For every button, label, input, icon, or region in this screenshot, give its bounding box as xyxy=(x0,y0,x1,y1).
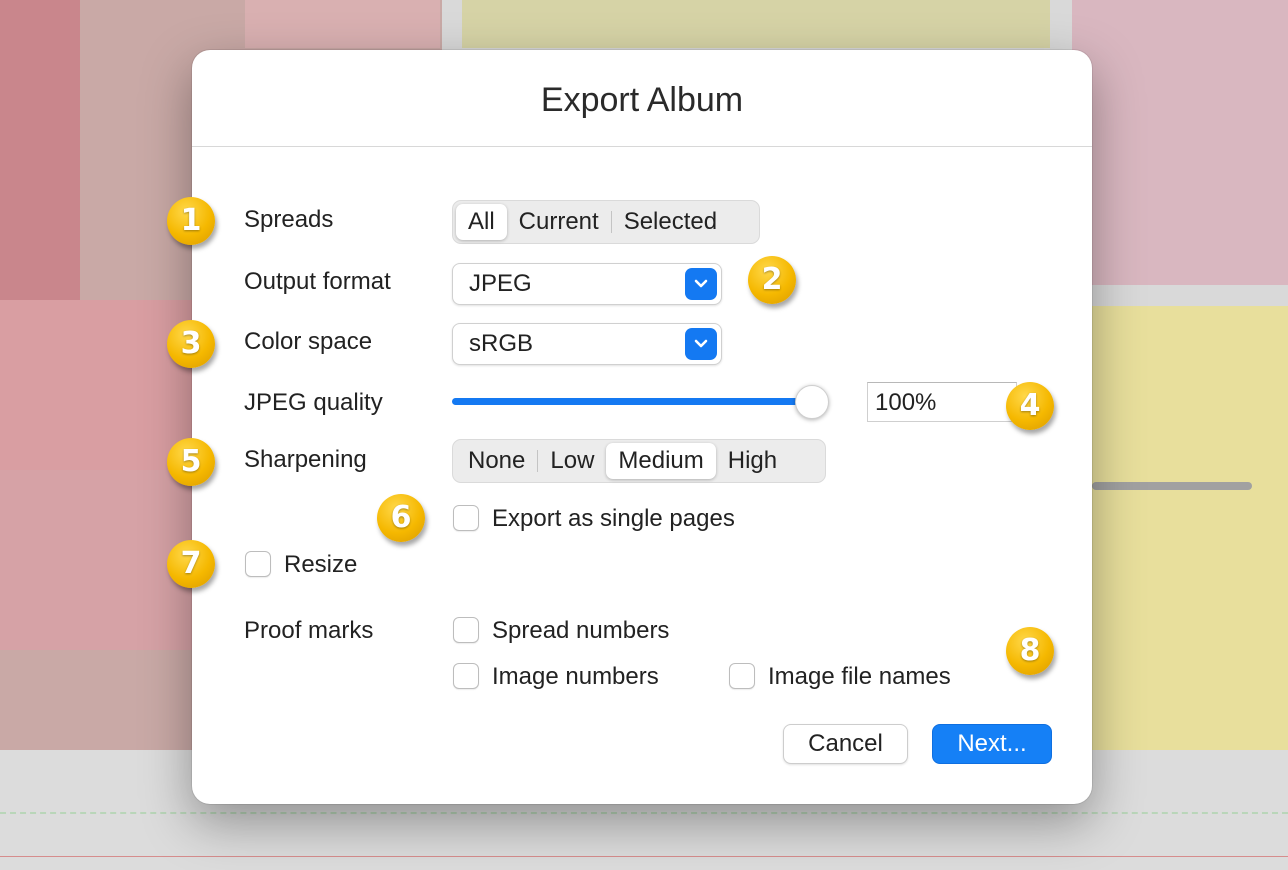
callout-marker-3: 3 xyxy=(167,320,215,368)
jpeg-quality-field[interactable]: 100% xyxy=(867,382,1017,422)
chevron-down-icon xyxy=(685,268,717,300)
jpeg-quality-slider-knob[interactable] xyxy=(795,385,829,419)
export-album-dialog: Export Album Spreads All Current Selecte… xyxy=(192,50,1092,804)
sharpening-option-high[interactable]: High xyxy=(716,443,789,479)
callout-number: 3 xyxy=(180,326,202,361)
spreads-label: Spreads xyxy=(244,206,334,233)
image-file-names-label: Image file names xyxy=(768,663,951,690)
output-format-popup[interactable]: JPEG xyxy=(452,263,722,305)
callout-number: 6 xyxy=(390,500,412,535)
callout-number: 7 xyxy=(180,546,202,581)
callout-number: 2 xyxy=(761,262,783,297)
image-file-names-checkbox[interactable] xyxy=(729,663,755,689)
callout-marker-4: 4 xyxy=(1006,382,1054,430)
color-space-label: Color space xyxy=(244,328,373,355)
spread-numbers-label: Spread numbers xyxy=(492,617,670,644)
export-single-pages-label: Export as single pages xyxy=(492,505,735,532)
sharpening-option-low[interactable]: Low xyxy=(538,443,606,479)
callout-number: 1 xyxy=(180,203,202,238)
jpeg-quality-slider-track[interactable] xyxy=(452,398,812,405)
background-yellow-top xyxy=(462,0,1050,48)
jpeg-quality-label: JPEG quality xyxy=(244,389,383,416)
color-space-popup[interactable]: sRGB xyxy=(452,323,722,365)
cancel-button[interactable]: Cancel xyxy=(783,724,908,764)
color-space-value: sRGB xyxy=(469,330,534,357)
background-curtain xyxy=(245,0,440,48)
image-numbers-label: Image numbers xyxy=(492,663,659,690)
callout-marker-8: 8 xyxy=(1006,627,1054,675)
bleed-line xyxy=(0,856,1288,857)
sharpening-option-medium[interactable]: Medium xyxy=(606,443,716,479)
callout-marker-2: 2 xyxy=(748,256,796,304)
image-numbers-checkbox[interactable] xyxy=(453,663,479,689)
spread-numbers-checkbox[interactable] xyxy=(453,617,479,643)
spreads-option-all[interactable]: All xyxy=(456,204,507,240)
spreads-segmented-control: All Current Selected xyxy=(452,200,760,244)
spreads-option-selected[interactable]: Selected xyxy=(612,204,729,240)
spreads-option-current[interactable]: Current xyxy=(507,204,611,240)
sharpening-option-none[interactable]: None xyxy=(456,443,537,479)
background-table xyxy=(1092,306,1288,750)
resize-checkbox[interactable] xyxy=(245,551,271,577)
title-divider xyxy=(192,146,1092,147)
background-pink-right xyxy=(1072,0,1288,285)
sharpening-segmented-control: None Low Medium High xyxy=(452,439,826,483)
chevron-down-icon xyxy=(685,328,717,360)
resize-label: Resize xyxy=(284,551,358,578)
sharpening-label: Sharpening xyxy=(244,446,367,473)
guide-line xyxy=(0,812,1288,814)
callout-number: 8 xyxy=(1019,633,1041,668)
output-format-label: Output format xyxy=(244,268,391,295)
export-single-pages-checkbox[interactable] xyxy=(453,505,479,531)
callout-marker-5: 5 xyxy=(167,438,215,486)
callout-marker-1: 1 xyxy=(167,197,215,245)
callout-marker-6: 6 xyxy=(377,494,425,542)
callout-number: 4 xyxy=(1019,388,1041,423)
callout-marker-7: 7 xyxy=(167,540,215,588)
fork-image xyxy=(1092,482,1252,490)
output-format-value: JPEG xyxy=(469,270,532,297)
proof-marks-label: Proof marks xyxy=(244,617,374,644)
callout-number: 5 xyxy=(180,444,202,479)
next-button[interactable]: Next... xyxy=(932,724,1052,764)
dialog-title: Export Album xyxy=(540,81,744,119)
